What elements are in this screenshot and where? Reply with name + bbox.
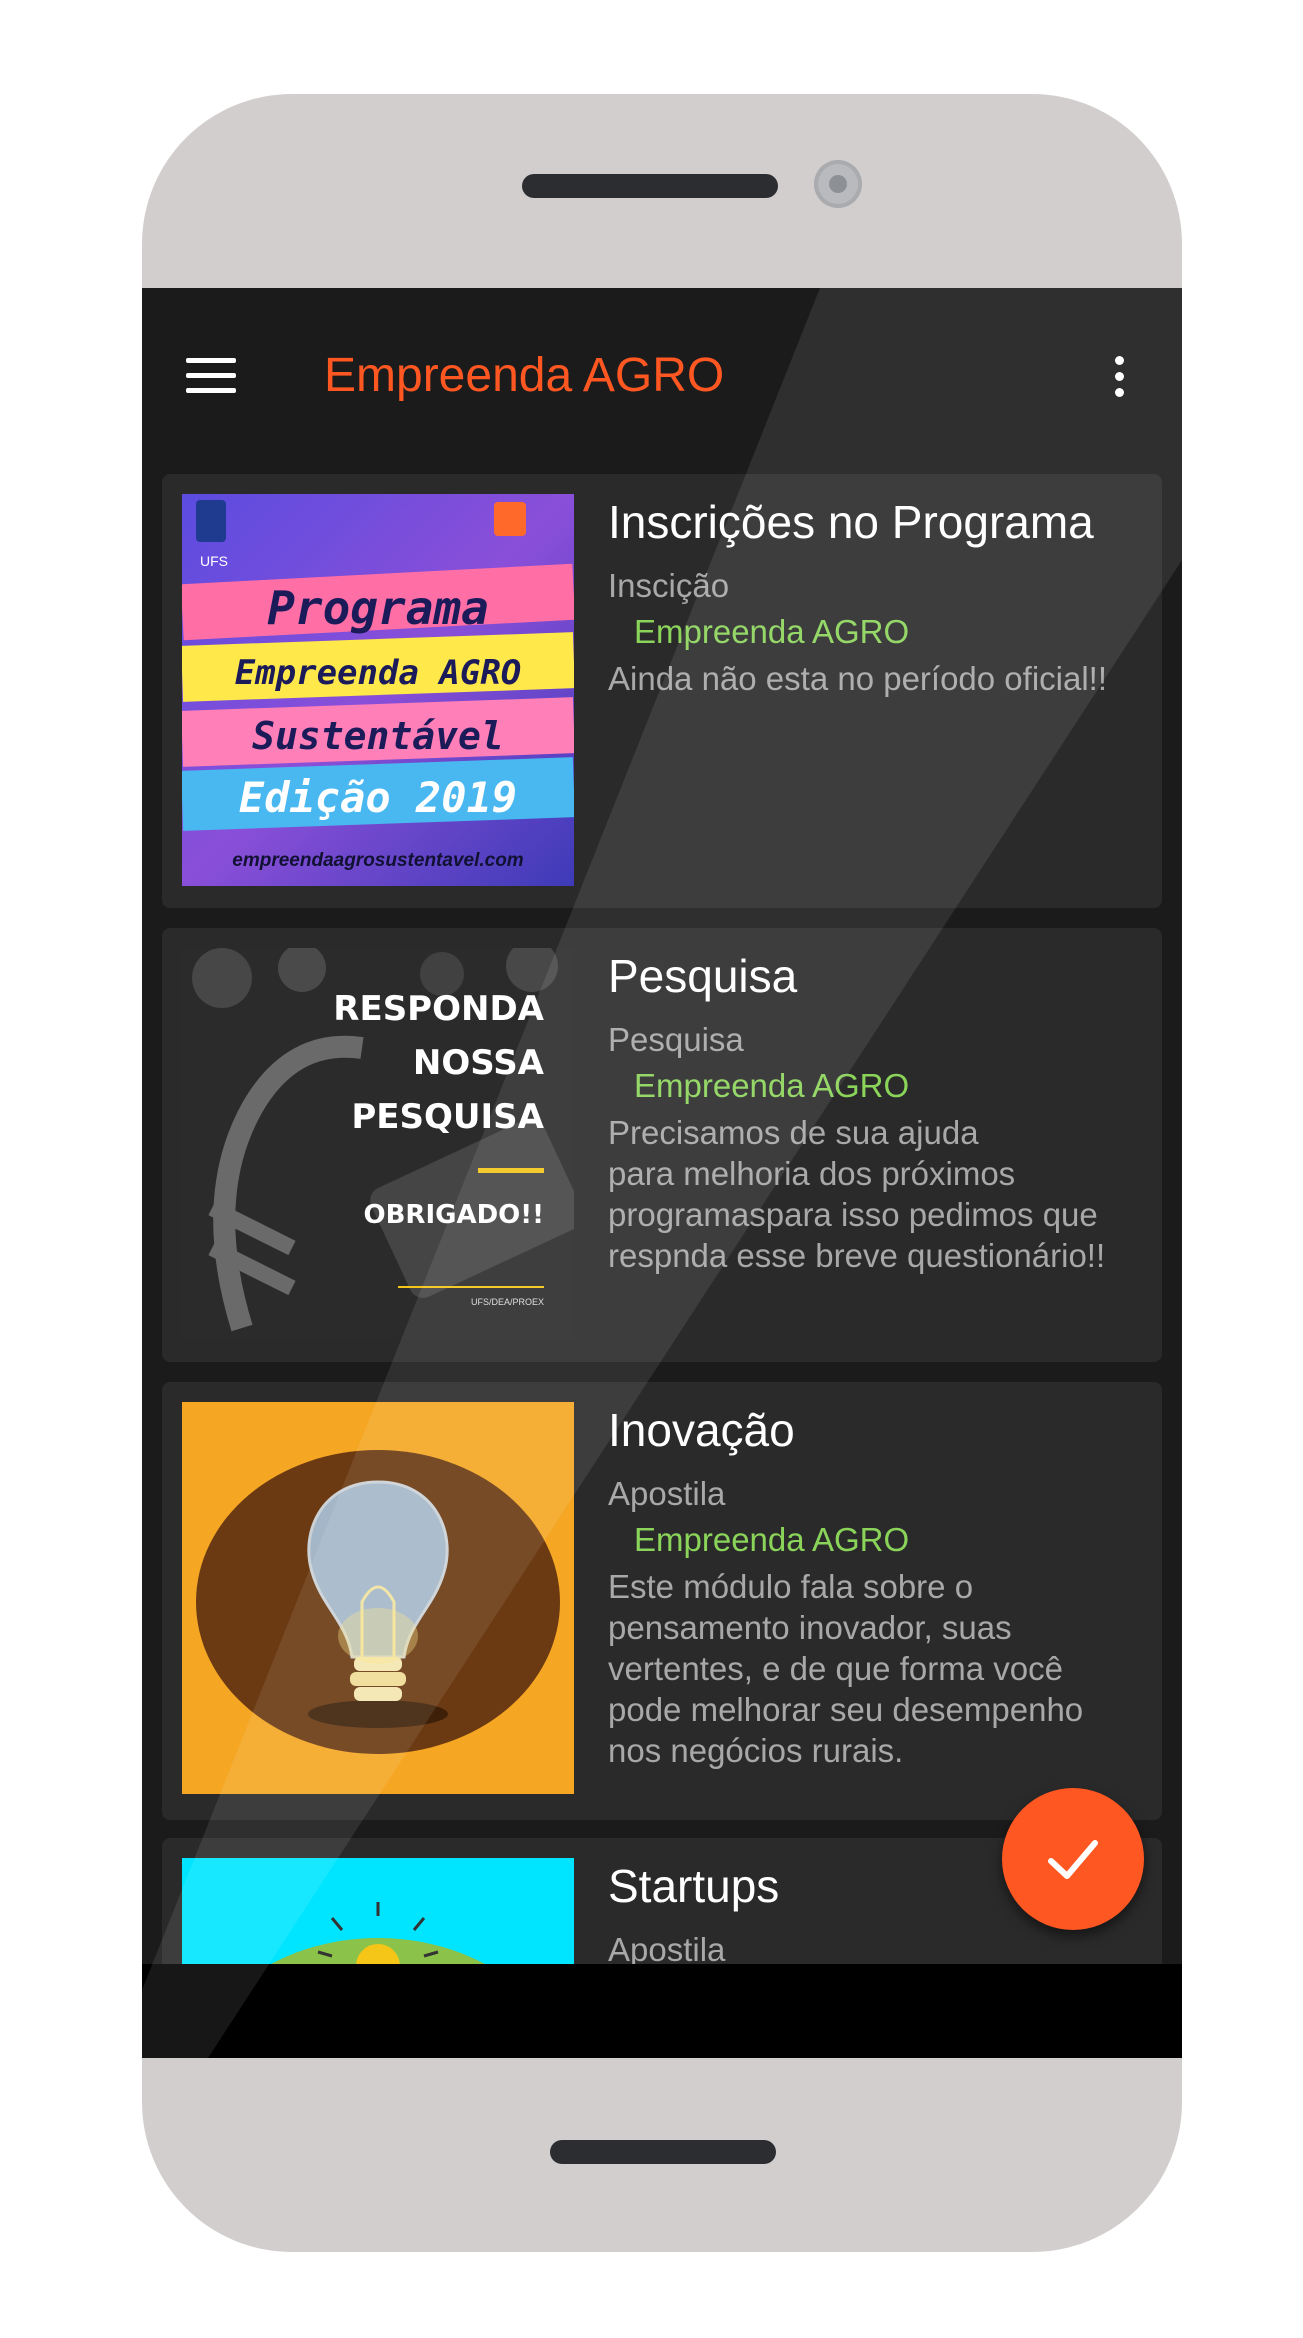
card-author: Empreenda AGRO bbox=[634, 613, 910, 650]
svg-text:PESQUISA: PESQUISA bbox=[351, 1097, 544, 1137]
survey-poster-image: RESPONDA NOSSA PESQUISA OBRIGADO!! UFS/D… bbox=[182, 948, 574, 1340]
card-thumbnail-pesquisa: RESPONDA NOSSA PESQUISA OBRIGADO!! UFS/D… bbox=[182, 948, 574, 1340]
svg-text:UFS/DEA/PROEX: UFS/DEA/PROEX bbox=[471, 1297, 544, 1307]
card-category: Pesquisa bbox=[608, 1021, 744, 1058]
svg-text:Sustentável: Sustentável bbox=[252, 714, 504, 758]
svg-text:Edição 2019: Edição 2019 bbox=[239, 773, 517, 822]
program-poster-image: UFS Programa Empreenda AGRO Sustentável … bbox=[182, 494, 574, 886]
card-description: Ainda não esta no período oficial!! bbox=[608, 660, 1108, 697]
hamburger-menu-icon[interactable] bbox=[186, 358, 236, 394]
card-description: Este módulo fala sobre o pensamento inov… bbox=[608, 1568, 1084, 1769]
card-thumbnail-inovacao bbox=[182, 1402, 574, 1794]
card-title: Inovação bbox=[608, 1404, 795, 1456]
card-thumbnail-startups bbox=[182, 1858, 574, 1964]
card-inovacao[interactable]: Inovação Apostila Empreenda AGRO Este mó… bbox=[162, 1382, 1162, 1820]
card-category: Inscição bbox=[608, 567, 730, 604]
lightbulb-icon bbox=[182, 1858, 574, 1964]
home-button[interactable] bbox=[550, 2140, 776, 2164]
confirm-fab[interactable] bbox=[1002, 1788, 1144, 1930]
card-text-block: Inovação Apostila Empreenda AGRO Este mó… bbox=[608, 1402, 1148, 1771]
app-title: Empreenda AGRO bbox=[324, 349, 725, 402]
svg-text:empreendaagrosustentavel.com: empreendaagrosustentavel.com bbox=[232, 850, 524, 871]
card-pesquisa[interactable]: RESPONDA NOSSA PESQUISA OBRIGADO!! UFS/D… bbox=[162, 928, 1162, 1362]
card-author: Empreenda AGRO bbox=[634, 1521, 910, 1558]
check-icon bbox=[1048, 1840, 1098, 1879]
card-text-block: Inscrições no Programa Inscição Empreend… bbox=[608, 494, 1148, 699]
card-author: Empreenda AGRO bbox=[634, 1067, 910, 1104]
phone-speaker bbox=[522, 174, 778, 198]
navigation-bar bbox=[142, 1964, 1182, 2058]
module-list[interactable]: UFS Programa Empreenda AGRO Sustentável … bbox=[142, 454, 1182, 1964]
svg-text:Programa: Programa bbox=[267, 581, 489, 635]
card-category: Apostila bbox=[608, 1475, 726, 1512]
svg-text:NOSSA: NOSSA bbox=[413, 1043, 545, 1083]
card-text-block: Pesquisa Pesquisa Empreenda AGRO Precisa… bbox=[608, 948, 1148, 1276]
app-screen: Empreenda AGRO UFS Programa Empreenda AG… bbox=[142, 288, 1182, 2058]
card-title: Pesquisa bbox=[608, 950, 798, 1002]
app-bar: Empreenda AGRO bbox=[142, 288, 1182, 454]
card-title: Inscrições no Programa bbox=[608, 496, 1094, 548]
card-description: Precisamos de sua ajuda para melhoria do… bbox=[608, 1114, 1106, 1274]
svg-text:Empreenda AGRO: Empreenda AGRO bbox=[235, 653, 522, 693]
svg-text:UFS: UFS bbox=[200, 553, 228, 569]
svg-text:RESPONDA: RESPONDA bbox=[333, 989, 544, 1029]
phone-camera bbox=[814, 160, 862, 208]
card-inscricoes[interactable]: UFS Programa Empreenda AGRO Sustentável … bbox=[162, 474, 1162, 908]
more-vert-icon[interactable] bbox=[1112, 354, 1126, 400]
lightbulb-icon bbox=[182, 1402, 574, 1794]
svg-text:OBRIGADO!!: OBRIGADO!! bbox=[364, 1200, 544, 1230]
card-thumbnail-programa: UFS Programa Empreenda AGRO Sustentável … bbox=[182, 494, 574, 886]
card-category: Apostila bbox=[608, 1931, 726, 1964]
